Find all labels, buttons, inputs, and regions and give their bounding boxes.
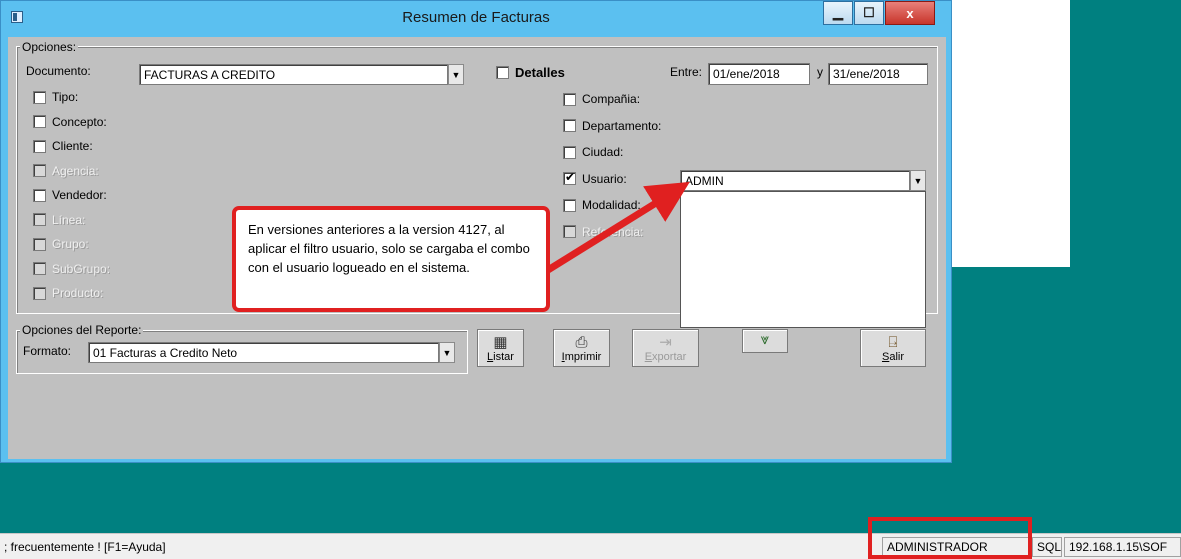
status-server-panel: 192.168.1.15\SOF [1064,537,1181,557]
filter-checkbox [33,237,46,251]
imprimir-button[interactable]: ⎙ Imprimir [553,329,610,367]
opciones-legend: Opciones: [20,40,79,54]
listar-button[interactable]: ▦ Listar [477,329,524,367]
usuario-combo[interactable]: ADMIN ▼ [680,170,926,191]
filter-label: Referencia: [582,224,644,239]
exit-door-icon: ⍈ [888,334,898,351]
filter-icon: ⩔ [760,330,770,348]
filter-compañia[interactable]: Compañia: [563,91,640,107]
listar-label: istar [493,351,514,363]
filter-label: Usuario: [582,171,627,186]
salir-label: alir [889,351,904,363]
filter-checkbox[interactable] [33,90,46,104]
usuario-dropdown-list[interactable] [680,191,926,328]
filter-agencia: Agencia: [33,163,99,179]
formato-combo-value: 01 Facturas a Credito Neto [88,342,439,363]
exportar-label-accel: E [644,351,653,363]
filter-checkbox[interactable] [563,198,576,212]
entre-label: Entre: [670,65,703,79]
filter-checkbox[interactable] [563,170,576,185]
status-user-highlight [868,517,1032,559]
y-label: y [817,65,823,79]
fecha-hasta-input[interactable]: 31/ene/2018 [828,63,928,85]
title-bar[interactable]: Resumen de Facturas ▁ ☐ x [1,1,951,35]
minimize-button[interactable]: ▁ [823,1,853,25]
filter-línea: Línea: [33,212,85,228]
filter-label: Concepto: [52,114,107,129]
window-title: Resumen de Facturas [402,9,550,26]
filter-button[interactable]: ⩔ [742,329,788,353]
printer-icon: ⎙ [575,334,588,351]
filter-checkbox [33,213,46,226]
salir-button[interactable]: ⍈ Salir [860,329,926,367]
filter-label: Compañia: [582,92,641,106]
formato-label: Formato: [23,344,72,358]
filter-tipo[interactable]: Tipo: [33,89,78,105]
filter-label: SubGrupo: [52,261,111,276]
detalles-checkbox[interactable]: Detalles [496,64,565,80]
filter-label: Departamento: [582,118,662,133]
filter-referencia: Referencia: [563,224,643,240]
filter-checkbox [33,262,46,275]
reporte-legend: Opciones del Reporte: [20,323,144,337]
status-db-panel: SQL [1032,537,1062,557]
filter-checkbox [563,225,576,238]
filter-checkbox[interactable] [563,145,576,159]
close-icon: x [906,5,914,21]
filter-producto: Producto: [33,285,103,301]
imprimir-label: mprimir [564,351,602,363]
close-button[interactable]: x [885,1,935,25]
export-icon: ⇥ [659,334,672,351]
fecha-desde-input[interactable]: 01/ene/2018 [708,63,810,85]
filter-checkbox [33,164,46,177]
detalles-label: Detalles [515,64,565,80]
filter-grupo: Grupo: [33,236,89,252]
filter-label: Cliente: [52,139,93,153]
formato-combo[interactable]: 01 Facturas a Credito Neto ▼ [88,342,455,363]
filter-checkbox[interactable] [563,119,576,132]
filter-label: Agencia: [52,163,99,178]
filter-checkbox[interactable] [33,139,46,153]
usuario-combo-value[interactable]: ADMIN [680,170,910,191]
documento-combo-value: FACTURAS A CREDITO [139,64,448,85]
filter-label: Grupo: [52,237,89,251]
exportar-label: xportar [652,351,687,363]
filter-modalidad[interactable]: Modalidad: [563,197,641,213]
filter-checkbox[interactable] [33,115,46,128]
filter-ciudad[interactable]: Ciudad: [563,144,623,160]
filter-vendedor[interactable]: Vendedor: [33,187,107,203]
annotation-callout: En versiones anteriores a la version 412… [232,206,550,312]
filter-label: Tipo: [52,90,79,104]
chevron-down-icon[interactable]: ▼ [439,342,455,363]
detalles-checkbox-box[interactable] [496,65,509,79]
background-panel [952,0,1070,267]
calendar-icon: ▦ [493,334,508,351]
filter-label: Producto: [52,286,104,300]
filter-checkbox[interactable] [563,92,576,106]
exportar-button[interactable]: ⇥ Exportar [632,329,699,367]
filter-label: Modalidad: [582,198,641,212]
filter-subgrupo: SubGrupo: [33,261,110,277]
status-hint: ; frecuentemente ! [F1=Ayuda] [4,540,166,554]
filter-checkbox[interactable] [33,188,46,202]
filter-checkbox [33,286,46,300]
maximize-button[interactable]: ☐ [854,1,884,25]
filter-concepto[interactable]: Concepto: [33,114,107,130]
filter-label: Línea: [52,212,86,227]
documento-combo[interactable]: FACTURAS A CREDITO ▼ [139,64,464,85]
callout-text: En versiones anteriores a la version 412… [248,222,530,275]
filter-cliente[interactable]: Cliente: [33,138,93,154]
filter-label: Ciudad: [582,145,624,159]
chevron-down-icon[interactable]: ▼ [448,64,464,85]
chevron-down-icon[interactable]: ▼ [910,170,926,191]
minimize-icon: ▁ [833,5,843,20]
filter-departamento[interactable]: Departamento: [563,118,661,134]
filter-usuario[interactable]: Usuario: [563,170,627,187]
maximize-icon: ☐ [863,5,875,20]
filter-label: Vendedor: [52,188,107,202]
documento-label: Documento: [26,64,91,78]
